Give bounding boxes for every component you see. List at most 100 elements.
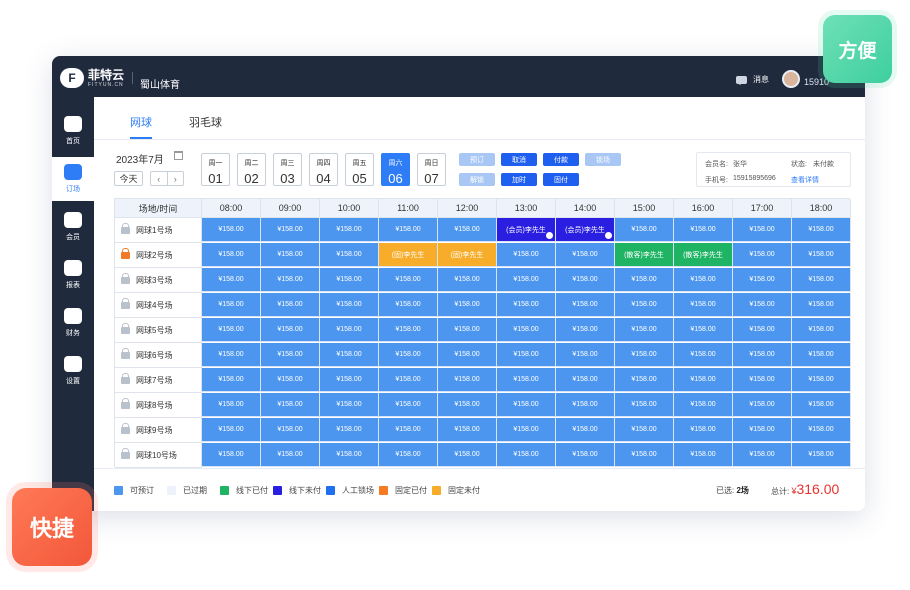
available-slot[interactable]: ¥158.00 [615, 293, 674, 317]
available-slot[interactable]: ¥158.00 [261, 243, 320, 267]
available-slot[interactable]: ¥158.00 [261, 343, 320, 367]
available-slot[interactable]: ¥158.00 [202, 393, 261, 417]
avatar[interactable] [782, 70, 800, 88]
available-slot[interactable]: ¥158.00 [497, 318, 556, 342]
booked-slot[interactable]: (会员)李先生 [556, 218, 615, 242]
lock-icon[interactable] [121, 397, 130, 409]
available-slot[interactable]: ¥158.00 [674, 343, 733, 367]
available-slot[interactable]: ¥158.00 [792, 293, 851, 317]
pay-button[interactable]: 付款 [543, 153, 579, 166]
available-slot[interactable]: ¥158.00 [438, 393, 497, 417]
available-slot[interactable]: ¥158.00 [792, 268, 851, 292]
available-slot[interactable]: ¥158.00 [615, 343, 674, 367]
available-slot[interactable]: ¥158.00 [615, 218, 674, 242]
available-slot[interactable]: ¥158.00 [792, 318, 851, 342]
available-slot[interactable]: ¥158.00 [497, 268, 556, 292]
available-slot[interactable]: ¥158.00 [497, 418, 556, 442]
calendar-icon[interactable] [174, 151, 183, 160]
lock-icon[interactable] [121, 247, 130, 259]
available-slot[interactable]: ¥158.00 [497, 393, 556, 417]
available-slot[interactable]: ¥158.00 [438, 343, 497, 367]
available-slot[interactable]: ¥158.00 [792, 393, 851, 417]
available-slot[interactable]: ¥158.00 [674, 368, 733, 392]
available-slot[interactable]: ¥158.00 [497, 293, 556, 317]
available-slot[interactable]: ¥158.00 [674, 443, 733, 467]
available-slot[interactable]: ¥158.00 [379, 318, 438, 342]
booked-slot[interactable]: (固)李先生 [379, 243, 438, 267]
available-slot[interactable]: ¥158.00 [202, 218, 261, 242]
extend-button[interactable]: 加时 [501, 173, 537, 186]
available-slot[interactable]: ¥158.00 [202, 318, 261, 342]
available-slot[interactable]: ¥158.00 [615, 268, 674, 292]
available-slot[interactable]: ¥158.00 [497, 368, 556, 392]
available-slot[interactable]: ¥158.00 [320, 318, 379, 342]
today-button[interactable]: 今天 [114, 171, 143, 186]
available-slot[interactable]: ¥158.00 [674, 393, 733, 417]
available-slot[interactable]: ¥158.00 [556, 343, 615, 367]
available-slot[interactable]: ¥158.00 [674, 268, 733, 292]
available-slot[interactable]: ¥158.00 [556, 293, 615, 317]
available-slot[interactable]: ¥158.00 [556, 443, 615, 467]
available-slot[interactable]: ¥158.00 [261, 393, 320, 417]
day-button[interactable]: 周五 05 [345, 153, 374, 186]
available-slot[interactable]: ¥158.00 [320, 393, 379, 417]
day-button[interactable]: 周三 03 [273, 153, 302, 186]
available-slot[interactable]: ¥158.00 [202, 418, 261, 442]
fixed-pay-button[interactable]: 固付 [543, 173, 579, 186]
available-slot[interactable]: ¥158.00 [556, 393, 615, 417]
lock-icon[interactable] [121, 222, 130, 234]
lock-icon[interactable] [121, 347, 130, 359]
day-button[interactable]: 周四 04 [309, 153, 338, 186]
available-slot[interactable]: ¥158.00 [733, 218, 792, 242]
lock-icon[interactable] [121, 422, 130, 434]
booked-slot[interactable]: (散客)李先生 [615, 243, 674, 267]
available-slot[interactable]: ¥158.00 [438, 318, 497, 342]
sidebar-item-2[interactable]: 会员 [52, 205, 94, 249]
available-slot[interactable]: ¥158.00 [320, 343, 379, 367]
available-slot[interactable]: ¥158.00 [379, 268, 438, 292]
available-slot[interactable]: ¥158.00 [674, 318, 733, 342]
available-slot[interactable]: ¥158.00 [202, 343, 261, 367]
available-slot[interactable]: ¥158.00 [320, 243, 379, 267]
tab-tennis[interactable]: 网球 [130, 114, 152, 130]
available-slot[interactable]: ¥158.00 [261, 318, 320, 342]
cancel-button[interactable]: 取消 [501, 153, 537, 166]
available-slot[interactable]: ¥158.00 [497, 243, 556, 267]
next-week-button[interactable]: › [168, 172, 184, 185]
available-slot[interactable]: ¥158.00 [733, 318, 792, 342]
available-slot[interactable]: ¥158.00 [733, 443, 792, 467]
available-slot[interactable]: ¥158.00 [556, 243, 615, 267]
available-slot[interactable]: ¥158.00 [261, 293, 320, 317]
available-slot[interactable]: ¥158.00 [733, 368, 792, 392]
available-slot[interactable]: ¥158.00 [792, 218, 851, 242]
available-slot[interactable]: ¥158.00 [438, 218, 497, 242]
available-slot[interactable]: ¥158.00 [320, 368, 379, 392]
available-slot[interactable]: ¥158.00 [379, 343, 438, 367]
available-slot[interactable]: ¥158.00 [379, 443, 438, 467]
booked-slot[interactable]: (散客)李先生 [674, 243, 733, 267]
day-button[interactable]: 周日 07 [417, 153, 446, 186]
available-slot[interactable]: ¥158.00 [615, 393, 674, 417]
available-slot[interactable]: ¥158.00 [615, 418, 674, 442]
available-slot[interactable]: ¥158.00 [379, 218, 438, 242]
available-slot[interactable]: ¥158.00 [202, 443, 261, 467]
available-slot[interactable]: ¥158.00 [556, 318, 615, 342]
available-slot[interactable]: ¥158.00 [261, 268, 320, 292]
available-slot[interactable]: ¥158.00 [261, 418, 320, 442]
available-slot[interactable]: ¥158.00 [320, 418, 379, 442]
messages-button[interactable]: 消息 [736, 74, 769, 85]
available-slot[interactable]: ¥158.00 [615, 368, 674, 392]
available-slot[interactable]: ¥158.00 [733, 393, 792, 417]
sidebar-item-1[interactable]: 订场 [52, 157, 94, 201]
available-slot[interactable]: ¥158.00 [615, 443, 674, 467]
available-slot[interactable]: ¥158.00 [497, 343, 556, 367]
available-slot[interactable]: ¥158.00 [438, 293, 497, 317]
prev-week-button[interactable]: ‹ [151, 172, 168, 185]
lock-icon[interactable] [121, 322, 130, 334]
available-slot[interactable]: ¥158.00 [202, 293, 261, 317]
available-slot[interactable]: ¥158.00 [261, 443, 320, 467]
view-details-link[interactable]: 查看详情 [791, 175, 819, 185]
lock-icon[interactable] [121, 272, 130, 284]
day-button[interactable]: 周二 02 [237, 153, 266, 186]
available-slot[interactable]: ¥158.00 [674, 218, 733, 242]
